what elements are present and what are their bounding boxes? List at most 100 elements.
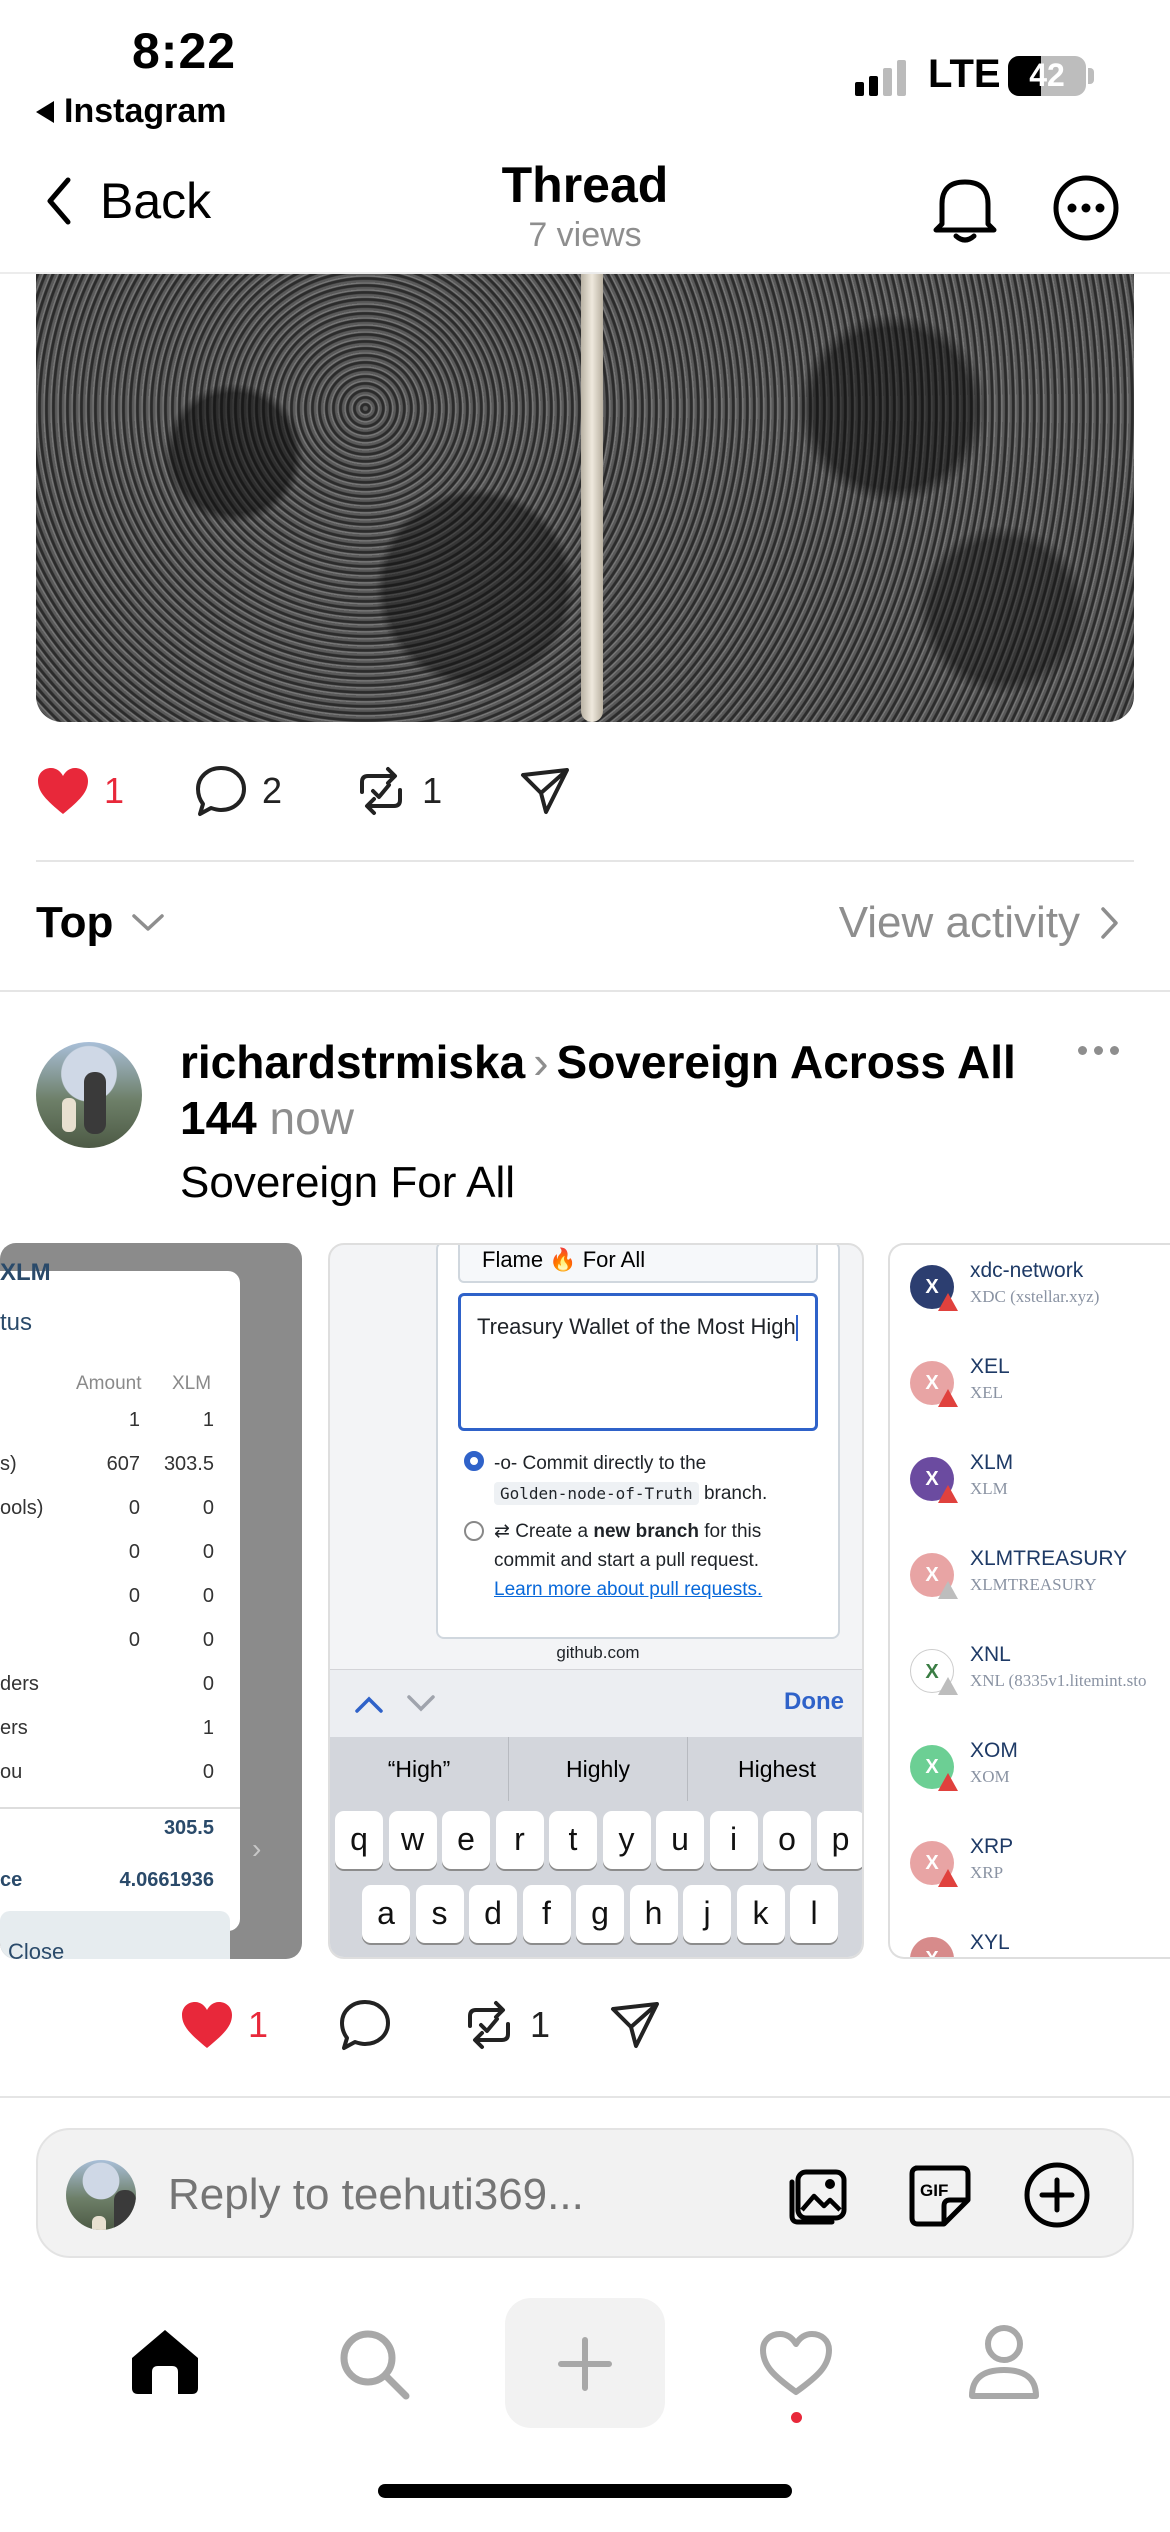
share-button[interactable] bbox=[520, 767, 570, 815]
token-name: XRP bbox=[970, 1835, 1014, 1858]
key-h[interactable]: h bbox=[629, 1885, 678, 1943]
radio-commit-direct[interactable] bbox=[464, 1451, 484, 1471]
chevron-down-icon bbox=[132, 914, 165, 931]
composer-avatar bbox=[66, 2160, 136, 2230]
avatar[interactable] bbox=[36, 1042, 142, 1148]
key-l[interactable]: l bbox=[790, 1885, 838, 1943]
key-j[interactable]: j bbox=[683, 1885, 731, 1943]
key-y[interactable]: y bbox=[602, 1811, 651, 1869]
gif-icon[interactable]: GIF bbox=[904, 2160, 974, 2230]
commit-description-input[interactable]: Treasury Wallet of the Most High bbox=[458, 1293, 818, 1431]
token-row[interactable]: X XEL XEL bbox=[890, 1351, 1170, 1441]
like-button[interactable]: 1 bbox=[180, 2000, 268, 2050]
key-f[interactable]: f bbox=[522, 1885, 571, 1943]
commit-panel: Flame 🔥 For All Treasury Wallet of the M… bbox=[436, 1245, 840, 1639]
post-author-line: richardstrmiska › Sovereign Across All 144… bbox=[180, 1034, 1030, 1146]
token-row[interactable]: X XLMTREASURY XLMTREASURY bbox=[890, 1543, 1170, 1633]
key-s[interactable]: s bbox=[415, 1885, 464, 1943]
repost-button[interactable]: 1 bbox=[354, 764, 442, 818]
post-photo[interactable] bbox=[36, 274, 1134, 722]
comment-button[interactable]: 2 bbox=[194, 764, 282, 818]
tab-home[interactable] bbox=[126, 2326, 204, 2401]
token-row[interactable]: Xxdc-network XDC (xstellar.xyz) bbox=[890, 1255, 1170, 1345]
row-xlm: 0 bbox=[202, 1629, 214, 1651]
key-u[interactable]: u bbox=[656, 1811, 704, 1869]
share-button[interactable] bbox=[610, 2001, 660, 2049]
token-name: XLM bbox=[970, 1451, 1014, 1474]
carousel-image-1[interactable]: XLM tus Amount XLM 1 1 s) 607 303.5 ools) 0 0 0 0… bbox=[0, 1243, 302, 1959]
chevron-down-icon[interactable] bbox=[406, 1694, 436, 1714]
token-sub: XLM bbox=[970, 1479, 1008, 1498]
token-row[interactable]: X XOM XOM bbox=[890, 1735, 1170, 1825]
row-amount: 0 bbox=[128, 1629, 140, 1651]
suggestion-2[interactable]: Highly bbox=[509, 1737, 688, 1801]
battery-icon: 42 bbox=[1008, 56, 1086, 96]
signal-icon bbox=[855, 58, 906, 96]
back-triangle-icon bbox=[36, 100, 54, 123]
view-activity-link[interactable]: View activity bbox=[839, 898, 1120, 948]
key-t[interactable]: t bbox=[549, 1811, 597, 1869]
key-i[interactable]: i bbox=[709, 1811, 758, 1869]
plus-circle-icon[interactable] bbox=[1022, 2160, 1092, 2230]
learn-more-link[interactable]: Learn more about pull requests. bbox=[494, 1579, 762, 1600]
token-row[interactable]: X XLM XLM bbox=[890, 1447, 1170, 1537]
reply-input[interactable] bbox=[168, 2160, 788, 2230]
key-w[interactable]: w bbox=[388, 1811, 437, 1869]
token-sub: XOM bbox=[970, 1767, 1010, 1786]
chevron-right-icon: › bbox=[533, 1036, 549, 1088]
commit-title-input[interactable]: Flame 🔥 For All bbox=[458, 1245, 818, 1283]
token-row[interactable]: X XYL bbox=[890, 1927, 1170, 1957]
author-name[interactable]: richardstrmiska bbox=[180, 1036, 525, 1088]
carousel-image-2[interactable]: Flame 🔥 For All Treasury Wallet of the M… bbox=[328, 1243, 864, 1959]
token-row[interactable]: X XNL XNL (8335v1.litemint.sto bbox=[890, 1639, 1170, 1729]
status-time: 8:22 bbox=[132, 23, 237, 79]
notifications-button[interactable] bbox=[930, 172, 1000, 251]
row-xlm: 0 bbox=[202, 1673, 214, 1695]
key-e[interactable]: e bbox=[442, 1811, 490, 1869]
key-o[interactable]: o bbox=[763, 1811, 811, 1869]
key-a[interactable]: a bbox=[362, 1885, 410, 1943]
token-row[interactable]: X XRP XRP bbox=[890, 1831, 1170, 1921]
tab-search[interactable] bbox=[336, 2326, 412, 2407]
suggestion-1[interactable]: “High” bbox=[330, 1737, 509, 1801]
sort-dropdown[interactable]: Top bbox=[36, 898, 165, 948]
key-g[interactable]: g bbox=[576, 1885, 624, 1943]
tab-profile[interactable] bbox=[966, 2322, 1042, 2407]
more-options-button[interactable] bbox=[1052, 174, 1120, 247]
suggestion-3[interactable]: Highest bbox=[688, 1737, 862, 1801]
post-time: now bbox=[269, 1092, 354, 1144]
done-button[interactable]: Done bbox=[784, 1688, 844, 1716]
key-k[interactable]: k bbox=[736, 1885, 785, 1943]
home-indicator bbox=[378, 2484, 792, 2498]
sort-label: Top bbox=[36, 898, 114, 947]
carousel-image-3[interactable]: Xxdc-network XDC (xstellar.xyz) X XEL XEL X XL… bbox=[888, 1243, 1170, 1959]
row-xlm: 0 bbox=[202, 1497, 214, 1519]
token-sub: XRP bbox=[970, 1863, 1004, 1882]
status-dialog: XLM tus Amount XLM 1 1 s) 607 303.5 ools) 0 0 0 0… bbox=[0, 1259, 240, 1959]
close-button[interactable]: Close bbox=[0, 1911, 230, 1959]
heart-filled-icon bbox=[38, 768, 88, 814]
tab-create[interactable] bbox=[505, 2298, 665, 2428]
back-to-app-link[interactable]: Instagram bbox=[36, 92, 227, 131]
gallery-icon[interactable] bbox=[784, 2160, 854, 2230]
post-more-button[interactable] bbox=[1078, 1046, 1119, 1055]
key-q[interactable]: q bbox=[335, 1811, 383, 1869]
radio-new-branch[interactable] bbox=[464, 1521, 484, 1541]
reply-composer[interactable]: GIF bbox=[36, 2128, 1134, 2258]
heart-outline-icon bbox=[760, 2331, 832, 2395]
tab-activity[interactable] bbox=[758, 2330, 834, 2423]
key-p[interactable]: p bbox=[816, 1811, 862, 1869]
section-divider bbox=[0, 2096, 1170, 2098]
commit-description-text: Treasury Wallet of the Most High bbox=[477, 1314, 796, 1339]
option-new-branch: ⇄ Create a new branch for this commit an… bbox=[494, 1521, 763, 1600]
key-r[interactable]: r bbox=[495, 1811, 544, 1869]
row-label: ders bbox=[0, 1673, 39, 1695]
like-button[interactable]: 1 bbox=[36, 766, 124, 816]
warning-icon bbox=[938, 1581, 958, 1599]
repost-button[interactable]: 1 bbox=[462, 1998, 550, 2052]
comment-button[interactable] bbox=[338, 1998, 392, 2052]
key-d[interactable]: d bbox=[469, 1885, 517, 1943]
option1-text: Commit directly to the bbox=[522, 1453, 707, 1474]
chevron-up-icon[interactable] bbox=[354, 1694, 384, 1714]
token-sub: XEL bbox=[970, 1383, 1004, 1402]
